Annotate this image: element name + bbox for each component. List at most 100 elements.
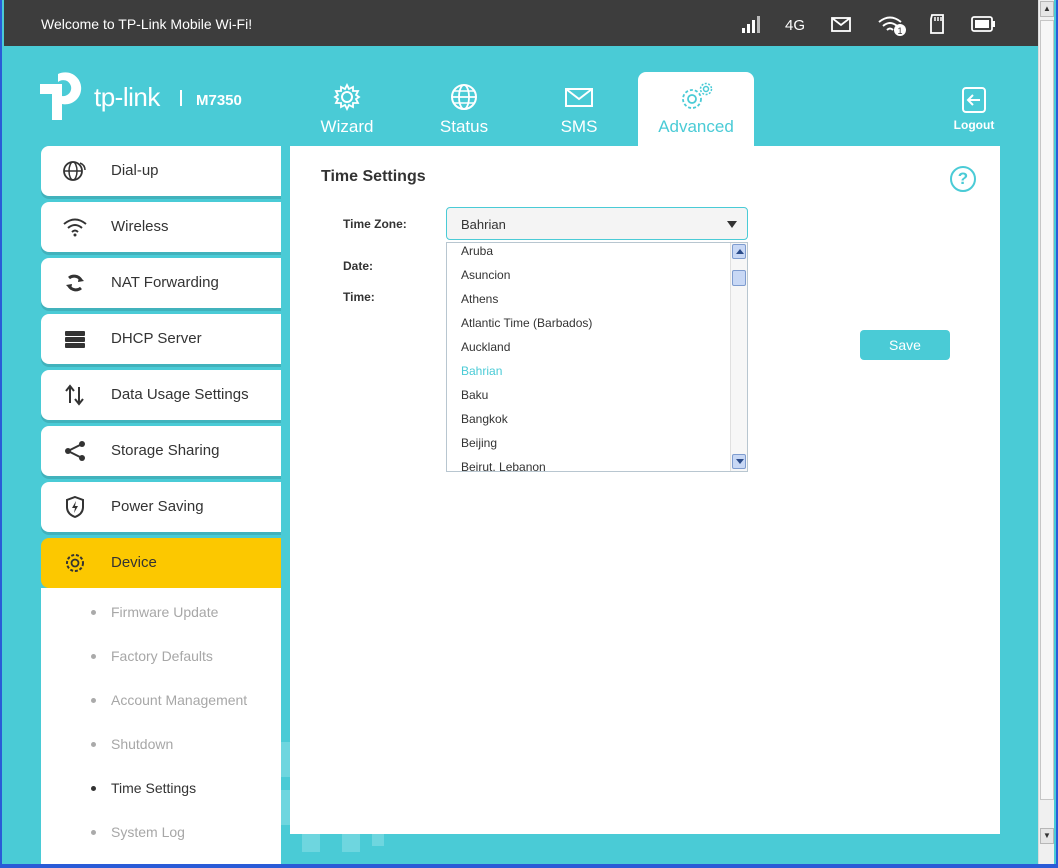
wifi-clients-icon[interactable]: 1 [877,13,907,37]
bullet [91,654,96,659]
bullet [91,786,96,791]
dropdown-option[interactable]: Asuncion [461,268,510,282]
dropdown-option[interactable]: Baku [461,388,488,402]
scroll-thumb[interactable] [1040,20,1054,800]
status-bar: Welcome to TP-Link Mobile Wi-Fi! 4G 1 [4,0,1040,46]
time-zone-label: Time Zone: [343,217,407,231]
decorative-square [302,834,320,852]
arrow-up-icon [736,249,744,254]
submenu-item-account-management[interactable]: Account Management [41,686,281,716]
logo-divider [180,90,182,106]
time-label: Time: [343,290,375,304]
arrow-down-icon [736,459,744,464]
bullet [91,830,96,835]
scroll-down-button[interactable]: ▼ [1040,828,1054,844]
browser-window: Welcome to TP-Link Mobile Wi-Fi! 4G 1 tp… [0,0,1058,868]
envelope-icon[interactable] [830,13,852,37]
gears-icon [682,82,713,109]
sidebar-item-label: NAT Forwarding [111,274,219,291]
nat-icon [66,274,84,292]
wifi-clients-count: 1 [897,26,902,36]
tp-link-logo: tp-link M7350 [40,70,270,122]
decorative-square [372,834,384,846]
submenu-item-shutdown[interactable]: Shutdown [41,730,281,760]
time-zone-dropdown-list[interactable]: Aruba Asuncion Athens Atlantic Time (Bar… [446,242,748,472]
device-submenu: Firmware Update Factory Defaults Account… [41,588,281,868]
page-scrollbar[interactable]: ▲ ▼ [1038,0,1054,864]
sidebar-item-power-saving[interactable]: Power Saving [41,482,281,532]
submenu-item-label: Time Settings [111,780,197,796]
dropdown-option[interactable]: Bangkok [461,412,508,426]
sidebar-item-data-usage[interactable]: Data Usage Settings [41,370,281,420]
tab-advanced[interactable]: Advanced [638,72,754,146]
network-type: 4G [785,17,806,34]
globe-icon [451,84,477,110]
server-icon [65,331,85,348]
logout-label: Logout [953,118,995,132]
submenu-item-system-log[interactable]: System Log [41,818,281,848]
sidebar-item-storage-sharing[interactable]: Storage Sharing [41,426,281,476]
window-frame-bottom [0,864,1058,868]
wifi-icon [63,218,87,237]
brand-name: tp-link [94,82,160,112]
tab-label: SMS [560,117,598,136]
caret-down-icon [727,221,737,228]
share-icon [65,441,85,461]
submenu-item-time-settings[interactable]: Time Settings [41,774,281,804]
date-label: Date: [343,259,374,273]
save-button[interactable]: Save [860,330,950,360]
sidebar-item-label: Wireless [111,218,169,235]
dropdown-option[interactable]: Beirut, Lebanon [461,460,546,471]
data-arrows-icon [65,384,84,406]
envelope-icon [565,88,593,107]
sidebar-item-nat-forwarding[interactable]: NAT Forwarding [41,258,281,308]
dropdown-option[interactable]: Beijing [461,436,497,450]
logout-button[interactable]: Logout [946,86,1002,136]
bullet [91,742,96,747]
dropdown-scrollbar[interactable] [730,243,747,471]
submenu-item-label: Account Management [111,692,248,708]
submenu-item-factory-defaults[interactable]: Factory Defaults [41,642,281,672]
scroll-down-button[interactable] [732,454,746,469]
battery-icon [970,13,996,37]
tab-wizard[interactable]: Wizard [307,72,387,146]
gear-icon [66,554,84,572]
submenu-item-firmware-update[interactable]: Firmware Update [41,598,281,628]
submenu-item-label: System Log [111,824,185,840]
tab-label: Wizard [320,117,374,136]
dropdown-option[interactable]: Auckland [461,340,510,354]
dropdown-option[interactable]: Athens [461,292,498,306]
sidebar-item-label: Dial-up [111,162,159,179]
signal-strength-icon [740,13,762,37]
dropdown-option[interactable]: Aruba [461,244,493,258]
dropdown-option-selected[interactable]: Bahrian [461,364,502,378]
sidebar-item-wireless[interactable]: Wireless [41,202,281,252]
submenu-item-label: Shutdown [111,736,174,752]
sidebar-item-dial-up[interactable]: Dial-up [41,146,281,196]
sidebar-item-label: DHCP Server [111,330,202,347]
page-title: Time Settings [321,168,426,185]
logout-icon [962,87,986,113]
scroll-thumb[interactable] [732,270,746,286]
tab-label: Advanced [658,117,734,136]
submenu-item-label: Factory Defaults [111,648,213,664]
logo-mark-icon [40,72,82,120]
bullet [91,698,96,703]
sidebar-item-device[interactable]: Device [41,538,281,588]
scroll-up-button[interactable]: ▲ [1040,1,1054,17]
time-zone-select[interactable]: Bahrian [446,207,748,240]
decorative-square [342,834,360,852]
tab-label: Status [439,117,489,136]
welcome-text: Welcome to TP-Link Mobile Wi-Fi! [41,16,253,32]
model-name: M7350 [196,92,242,109]
sidebar-item-label: Device [111,554,157,571]
scroll-up-button[interactable] [732,244,746,259]
dropdown-option[interactable]: Atlantic Time (Barbados) [461,316,592,330]
gear-icon [333,82,361,112]
tab-status[interactable]: Status [424,72,504,146]
sidebar-item-dhcp-server[interactable]: DHCP Server [41,314,281,364]
sidebar-item-label: Power Saving [111,498,204,515]
help-icon[interactable]: ? [950,166,976,192]
tab-sms[interactable]: SMS [539,72,619,146]
bullet [91,610,96,615]
